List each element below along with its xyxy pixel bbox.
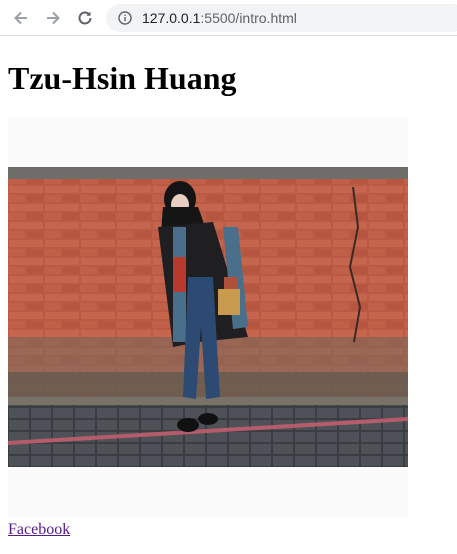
page-content: Tzu-Hsin Huang Facebook (0, 37, 457, 554)
url-text[interactable]: 127.0.0.1:5500/intro.html (142, 4, 297, 32)
arrow-right-icon (47, 11, 60, 25)
profile-photo (8, 167, 408, 467)
address-bar[interactable]: 127.0.0.1:5500/intro.html (106, 4, 457, 32)
profile-photo-frame (8, 117, 408, 517)
page-title: Tzu-Hsin Huang (8, 60, 237, 96)
facebook-link[interactable]: Facebook (8, 521, 70, 539)
info-icon[interactable] (118, 11, 132, 25)
reload-icon (78, 11, 92, 25)
back-button[interactable] (8, 5, 34, 31)
arrow-left-icon (14, 11, 27, 25)
browser-toolbar: 127.0.0.1:5500/intro.html (0, 0, 457, 36)
url-host: 127.0.0.1 (142, 10, 201, 26)
forward-button[interactable] (40, 5, 66, 31)
url-path: :5500/intro.html (200, 10, 297, 26)
reload-button[interactable] (72, 5, 98, 31)
